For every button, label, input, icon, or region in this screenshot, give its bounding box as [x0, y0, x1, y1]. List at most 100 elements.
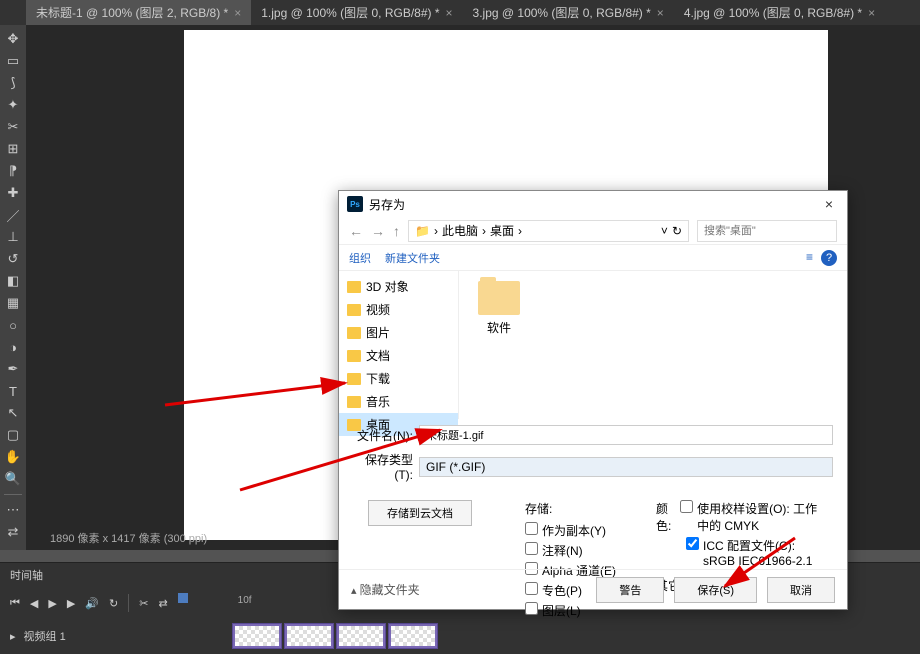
eyedropper-tool-icon[interactable]: ⁋: [3, 161, 23, 181]
wand-tool-icon[interactable]: ✦: [3, 95, 23, 115]
nav-row: ← → ↑ 📁 › 此电脑 › 桌面 › ˅ ↻: [339, 217, 847, 245]
first-frame-icon[interactable]: ⏮: [10, 597, 20, 610]
dodge-tool-icon[interactable]: ◑: [3, 337, 23, 357]
divider: [128, 594, 129, 612]
tab-doc4[interactable]: 4.jpg @ 100% (图层 0, RGB/8#) * ×: [674, 0, 885, 25]
more-tool-icon[interactable]: ⋯: [3, 500, 23, 520]
next-frame-icon[interactable]: ▶: [67, 597, 75, 610]
tree-label: 视频: [366, 301, 390, 318]
playhead[interactable]: [178, 593, 188, 603]
store-label: 存储:: [525, 500, 616, 517]
filename-input[interactable]: [419, 425, 833, 445]
video-group-label: 视频组 1: [24, 628, 224, 644]
toolbox: ✥ ▭ ⟆ ✦ ✂ ⊞ ⁋ ✚ ／ ⊥ ↺ ◧ ▦ ○ ◑ ✒ T ↖ ▢ ✋ …: [0, 25, 26, 550]
dialog-titlebar: Ps 另存为 ×: [339, 191, 847, 217]
tab-doc2[interactable]: 1.jpg @ 100% (图层 0, RGB/8#) * ×: [251, 0, 462, 25]
hand-tool-icon[interactable]: ✋: [3, 447, 23, 467]
opt-notes[interactable]: 注释(N): [525, 542, 616, 559]
close-button[interactable]: ×: [819, 196, 839, 212]
zoom-tool-icon[interactable]: 🔍: [3, 469, 23, 489]
refresh-icon[interactable]: ↻: [672, 224, 682, 238]
opt-copy[interactable]: 作为副本(Y): [525, 522, 616, 539]
clip[interactable]: [232, 623, 282, 649]
breadcrumb[interactable]: 📁 › 此电脑 › 桌面 › ˅ ↻: [408, 220, 689, 242]
expand-icon[interactable]: ▸: [10, 630, 16, 643]
gradient-tool-icon[interactable]: ▦: [3, 293, 23, 313]
folder-icon: [347, 327, 361, 339]
warn-button[interactable]: 警告: [596, 577, 664, 603]
back-icon[interactable]: ←: [349, 223, 363, 239]
marquee-tool-icon[interactable]: ▭: [3, 51, 23, 71]
folder-label: 软件: [487, 319, 511, 336]
play-icon[interactable]: ▶: [48, 597, 56, 610]
folder-icon: [347, 350, 361, 362]
filetype-select[interactable]: GIF (*.GIF): [419, 457, 833, 477]
cancel-button[interactable]: 取消: [767, 577, 835, 603]
folder-item[interactable]: 软件: [469, 281, 529, 409]
chevron-down-icon[interactable]: ˅: [661, 224, 668, 238]
shape-tool-icon[interactable]: ▢: [3, 425, 23, 445]
opt-proof[interactable]: 使用校样设置(O): 工作中的 CMYK: [680, 500, 826, 534]
folder-icon: [347, 281, 361, 293]
stamp-tool-icon[interactable]: ⊥: [3, 227, 23, 247]
tab-label: 未标题-1 @ 100% (图层 2, RGB/8) *: [36, 4, 228, 21]
help-icon[interactable]: ?: [821, 250, 837, 266]
type-tool-icon[interactable]: T: [3, 381, 23, 401]
crop-tool-icon[interactable]: ✂: [3, 117, 23, 137]
tree-item-pictures[interactable]: 图片: [339, 321, 458, 344]
tab-doc3[interactable]: 3.jpg @ 100% (图层 0, RGB/8#) * ×: [463, 0, 674, 25]
path-segment[interactable]: 桌面: [490, 222, 514, 239]
search-input[interactable]: [697, 220, 837, 242]
heal-tool-icon[interactable]: ✚: [3, 183, 23, 203]
folder-icon: [347, 396, 361, 408]
audio-icon[interactable]: 🔊: [85, 597, 99, 610]
tree-item-music[interactable]: 音乐: [339, 390, 458, 413]
forward-icon[interactable]: →: [371, 223, 385, 239]
newfolder-link[interactable]: 新建文件夹: [385, 250, 440, 266]
hide-folders-link[interactable]: ▴ 隐藏文件夹: [351, 581, 420, 598]
tree-item-video[interactable]: 视频: [339, 298, 458, 321]
blur-tool-icon[interactable]: ○: [3, 315, 23, 335]
move-tool-icon[interactable]: ✥: [3, 29, 23, 49]
path-segment[interactable]: 此电脑: [442, 222, 478, 239]
save-button[interactable]: 保存(S): [674, 577, 757, 603]
folder-content[interactable]: 软件: [459, 271, 847, 419]
tab-label: 4.jpg @ 100% (图层 0, RGB/8#) *: [684, 4, 862, 21]
folder-icon: [347, 373, 361, 385]
clip[interactable]: [284, 623, 334, 649]
folder-icon: [478, 281, 520, 315]
brush-tool-icon[interactable]: ／: [3, 205, 23, 225]
tree-item-documents[interactable]: 文档: [339, 344, 458, 367]
cloud-save-button[interactable]: 存储到云文档: [368, 500, 472, 526]
folder-icon: 📁: [415, 224, 430, 238]
tab-doc1[interactable]: 未标题-1 @ 100% (图层 2, RGB/8) * ×: [26, 0, 251, 25]
organize-link[interactable]: 组织: [349, 250, 371, 266]
color-swap-icon[interactable]: ⇄: [3, 522, 23, 542]
ruler-tick: 10f: [238, 595, 252, 606]
clip[interactable]: [388, 623, 438, 649]
transition-icon[interactable]: ⇄: [158, 597, 167, 610]
tree-item-3d[interactable]: 3D 对象: [339, 275, 458, 298]
lasso-tool-icon[interactable]: ⟆: [3, 73, 23, 93]
filename-label: 文件名(N):: [353, 427, 413, 444]
close-icon[interactable]: ×: [446, 6, 453, 20]
close-icon[interactable]: ×: [234, 6, 241, 20]
eraser-tool-icon[interactable]: ◧: [3, 271, 23, 291]
close-icon[interactable]: ×: [657, 6, 664, 20]
prev-frame-icon[interactable]: ◀: [30, 597, 38, 610]
clip[interactable]: [336, 623, 386, 649]
tree-label: 图片: [366, 324, 390, 341]
history-brush-icon[interactable]: ↺: [3, 249, 23, 269]
tree-item-downloads[interactable]: 下载: [339, 367, 458, 390]
close-icon[interactable]: ×: [868, 6, 875, 20]
pen-tool-icon[interactable]: ✒: [3, 359, 23, 379]
tree-label: 3D 对象: [366, 278, 409, 295]
opt-icc[interactable]: ICC 配置文件(C): sRGB IEC61966-2.1: [686, 537, 826, 568]
split-icon[interactable]: ✂: [139, 597, 148, 610]
loop-icon[interactable]: ↻: [109, 597, 118, 610]
path-tool-icon[interactable]: ↖: [3, 403, 23, 423]
view-icon[interactable]: ≡: [806, 250, 813, 266]
up-icon[interactable]: ↑: [393, 223, 400, 239]
frame-tool-icon[interactable]: ⊞: [3, 139, 23, 159]
dialog-title: 另存为: [369, 196, 405, 213]
